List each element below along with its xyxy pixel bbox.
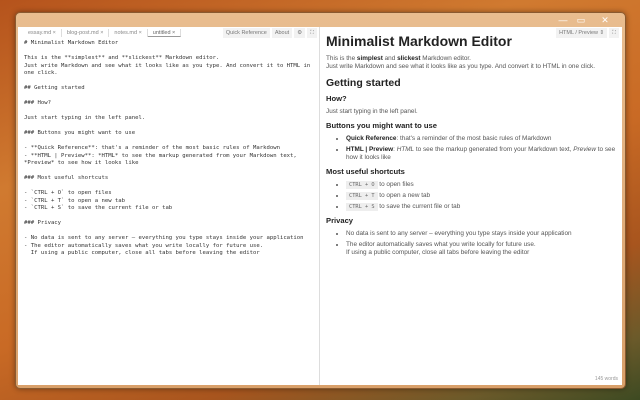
word-count: 145 words <box>594 376 618 382</box>
tab-essay[interactable]: essay.md × <box>23 29 62 37</box>
heading-privacy: Privacy <box>326 216 354 225</box>
list-item: Quick Reference: that's a reminder of th… <box>346 135 616 143</box>
heading-getting-started: Getting started <box>326 77 401 89</box>
tab-untitled[interactable]: untitled × <box>147 29 182 37</box>
privacy-list: No data is sent to any server – everythi… <box>346 230 616 257</box>
list-item: CTRL + O to open files <box>346 181 616 189</box>
preview-pane: HTML / Preview ⇕ ⛶ Minimalist Markdown E… <box>320 27 622 385</box>
tab-blog-post[interactable]: blog-post.md × <box>62 29 110 37</box>
heading-buttons: Buttons you might want to use <box>326 121 437 130</box>
intro-paragraph: This is the simplest and slickest Markdo… <box>326 55 595 70</box>
list-item: HTML | Preview: HTML to see the markup g… <box>346 146 616 162</box>
shortcuts-list: CTRL + O to open files CTRL + T to open … <box>346 181 616 211</box>
quick-reference-button[interactable]: Quick Reference <box>222 28 270 38</box>
about-button[interactable]: About <box>271 28 293 38</box>
fullscreen-icon[interactable]: ⛶ <box>307 28 317 38</box>
list-item: CTRL + T to open a new tab <box>346 192 616 200</box>
gear-icon[interactable]: ⚙ <box>294 28 306 38</box>
markdown-editor[interactable]: # Minimalist Markdown Editor This is the… <box>18 39 319 259</box>
list-item: The editor automatically saves what you … <box>346 241 616 257</box>
tab-notes[interactable]: notes.md × <box>109 29 148 37</box>
heading-shortcuts: Most useful shortcuts <box>326 167 405 176</box>
maximize-button[interactable]: ▭ <box>572 14 590 27</box>
close-button[interactable]: ✕ <box>590 14 620 27</box>
list-item: No data is sent to any server – everythi… <box>346 230 616 238</box>
fullscreen-icon[interactable]: ⛶ <box>609 28 619 38</box>
minimize-button[interactable]: — <box>554 14 572 27</box>
view-mode-select[interactable]: HTML / Preview ⇕ <box>556 28 608 38</box>
list-item: CTRL + S to save the current file or tab <box>346 203 616 211</box>
how-text: Just start typing in the left panel. <box>326 108 418 115</box>
window-controls: — ▭ ✕ <box>554 14 620 27</box>
heading-how: How? <box>326 94 347 103</box>
buttons-list: Quick Reference: that's a reminder of th… <box>346 135 616 162</box>
editor-pane: essay.md × blog-post.md × notes.md × unt… <box>18 27 320 385</box>
app-window: — ▭ ✕ essay.md × blog-post.md × notes.md… <box>15 12 626 389</box>
